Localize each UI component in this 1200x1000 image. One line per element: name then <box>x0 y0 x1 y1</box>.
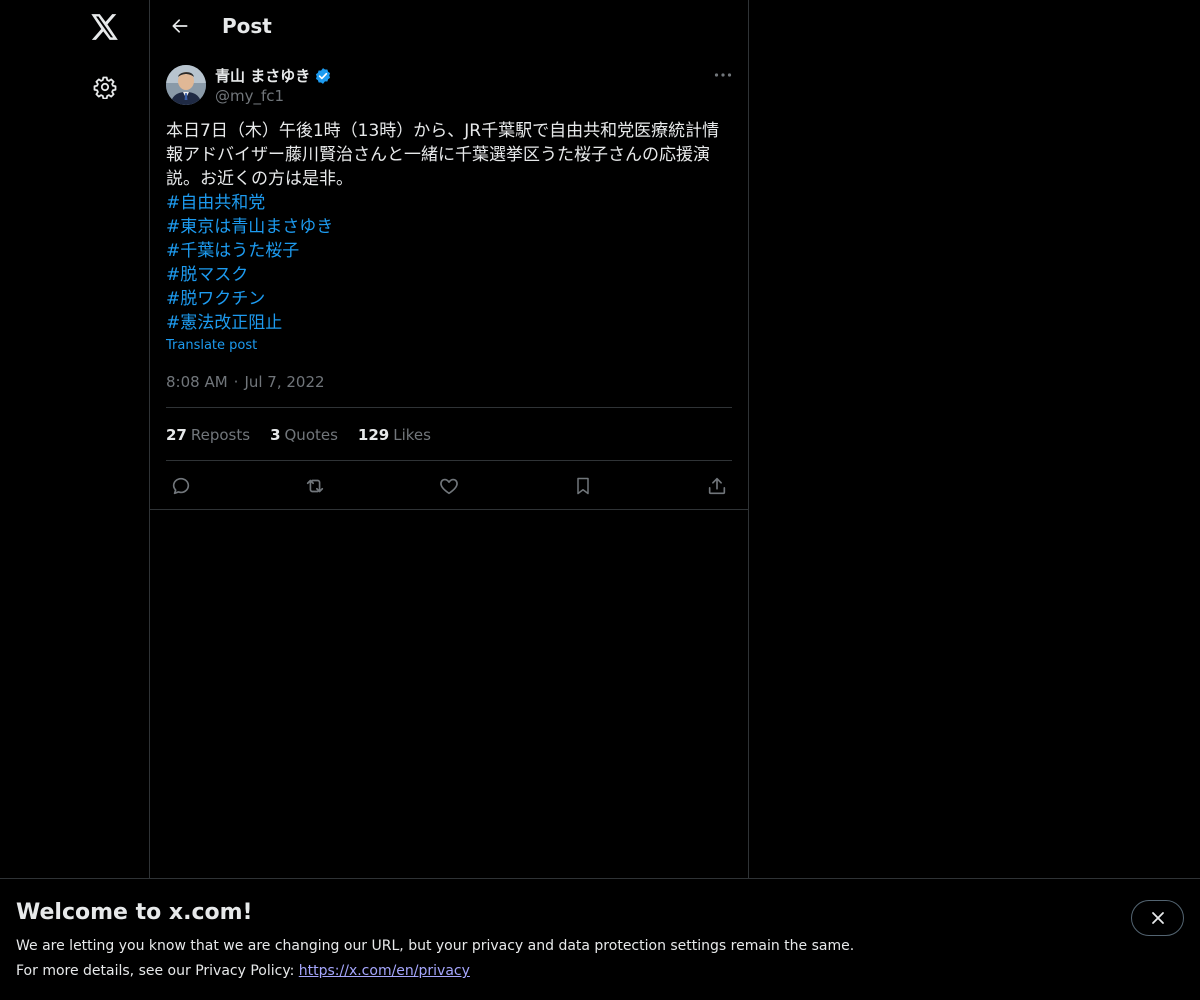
bookmark-icon <box>577 477 589 495</box>
likes-label: Likes <box>393 426 431 444</box>
post-text-line: 説。お近くの方は是非。 <box>166 169 353 189</box>
arrow-left-icon <box>172 19 188 33</box>
repost-button[interactable] <box>300 471 330 501</box>
close-icon <box>1151 912 1164 924</box>
divider <box>166 407 732 408</box>
hashtag-link[interactable]: #脱ワクチン <box>166 287 734 311</box>
divider <box>166 460 732 461</box>
post-actions <box>166 467 732 501</box>
heart-icon <box>440 478 458 495</box>
close-banner-button[interactable] <box>1131 900 1184 936</box>
timestamp-separator: · <box>233 373 239 391</box>
post-article: 青山 まさゆき @my_fc1 本日7日（木）午後1時（13時）から、JR千葉駅… <box>150 53 748 510</box>
post-date: Jul 7, 2022 <box>244 373 325 391</box>
back-button[interactable] <box>162 8 198 44</box>
privacy-policy-link[interactable]: https://x.com/en/privacy <box>299 963 470 979</box>
main-column: Post 青山 まさゆき @my_fc1 本日7日（木）午後1時（13時）から、… <box>149 0 749 878</box>
author-name-text: 青山 まさゆき <box>215 67 311 85</box>
post-text: 本日7日（木）午後1時（13時）から、JR千葉駅で自由共和党医療統計情 報アドバ… <box>166 119 734 191</box>
reply-button[interactable] <box>166 471 196 501</box>
quotes-stat[interactable]: 3 Quotes <box>270 425 338 445</box>
post-time: 8:08 AM <box>166 373 228 391</box>
reply-icon <box>172 477 190 495</box>
welcome-banner: Welcome to x.com! We are letting you kno… <box>0 878 1200 1000</box>
share-icon <box>708 477 726 495</box>
post-stats: 27 Reposts 3 Quotes 129 Likes <box>166 425 431 445</box>
translate-post-link[interactable]: Translate post <box>166 338 257 354</box>
banner-details-text: For more details, see our Privacy Policy… <box>16 963 295 979</box>
repost-icon <box>306 479 324 493</box>
likes-count: 129 <box>357 426 390 444</box>
more-options-button[interactable] <box>706 63 740 87</box>
gear-icon[interactable] <box>85 67 125 107</box>
banner-message: We are letting you know that we are chan… <box>16 938 855 954</box>
reposts-count: 27 <box>166 426 187 444</box>
likes-stat[interactable]: 129 Likes <box>358 425 431 445</box>
more-horizontal-icon <box>714 73 732 77</box>
verified-badge-icon[interactable] <box>314 67 332 85</box>
x-logo-icon[interactable] <box>85 7 125 47</box>
hashtag-link[interactable]: #東京は青山まさゆき <box>166 215 734 239</box>
page-title: Post <box>222 14 272 38</box>
post-timestamp[interactable]: 8:08 AM · Jul 7, 2022 <box>166 372 325 392</box>
quotes-label: Quotes <box>284 426 338 444</box>
post-header: Post <box>150 0 748 53</box>
reposts-label: Reposts <box>190 426 251 444</box>
quotes-count: 3 <box>270 426 281 444</box>
reposts-stat[interactable]: 27 Reposts <box>166 425 250 445</box>
hashtag-list: #自由共和党 #東京は青山まさゆき #千葉はうた桜子 #脱マスク #脱ワクチン … <box>166 191 734 335</box>
author-name[interactable]: 青山 まさゆき <box>215 66 332 86</box>
hashtag-link[interactable]: #脱マスク <box>166 263 734 287</box>
banner-details: For more details, see our Privacy Policy… <box>16 961 470 981</box>
like-button[interactable] <box>434 471 464 501</box>
hashtag-link[interactable]: #千葉はうた桜子 <box>166 239 734 263</box>
avatar[interactable] <box>166 65 206 105</box>
author-handle[interactable]: @my_fc1 <box>215 86 284 106</box>
post-text-line: 報アドバイザー藤川賢治さんと一緒に千葉選挙区うた桜子さんの応援演 <box>166 145 710 165</box>
left-nav <box>0 0 149 878</box>
hashtag-link[interactable]: #自由共和党 <box>166 191 734 215</box>
hashtag-link[interactable]: #憲法改正阻止 <box>166 311 734 335</box>
banner-title: Welcome to x.com! <box>16 900 253 925</box>
bookmark-button[interactable] <box>568 471 598 501</box>
share-button[interactable] <box>702 471 732 501</box>
post-text-line: 本日7日（木）午後1時（13時）から、JR千葉駅で自由共和党医療統計情 <box>166 121 720 141</box>
